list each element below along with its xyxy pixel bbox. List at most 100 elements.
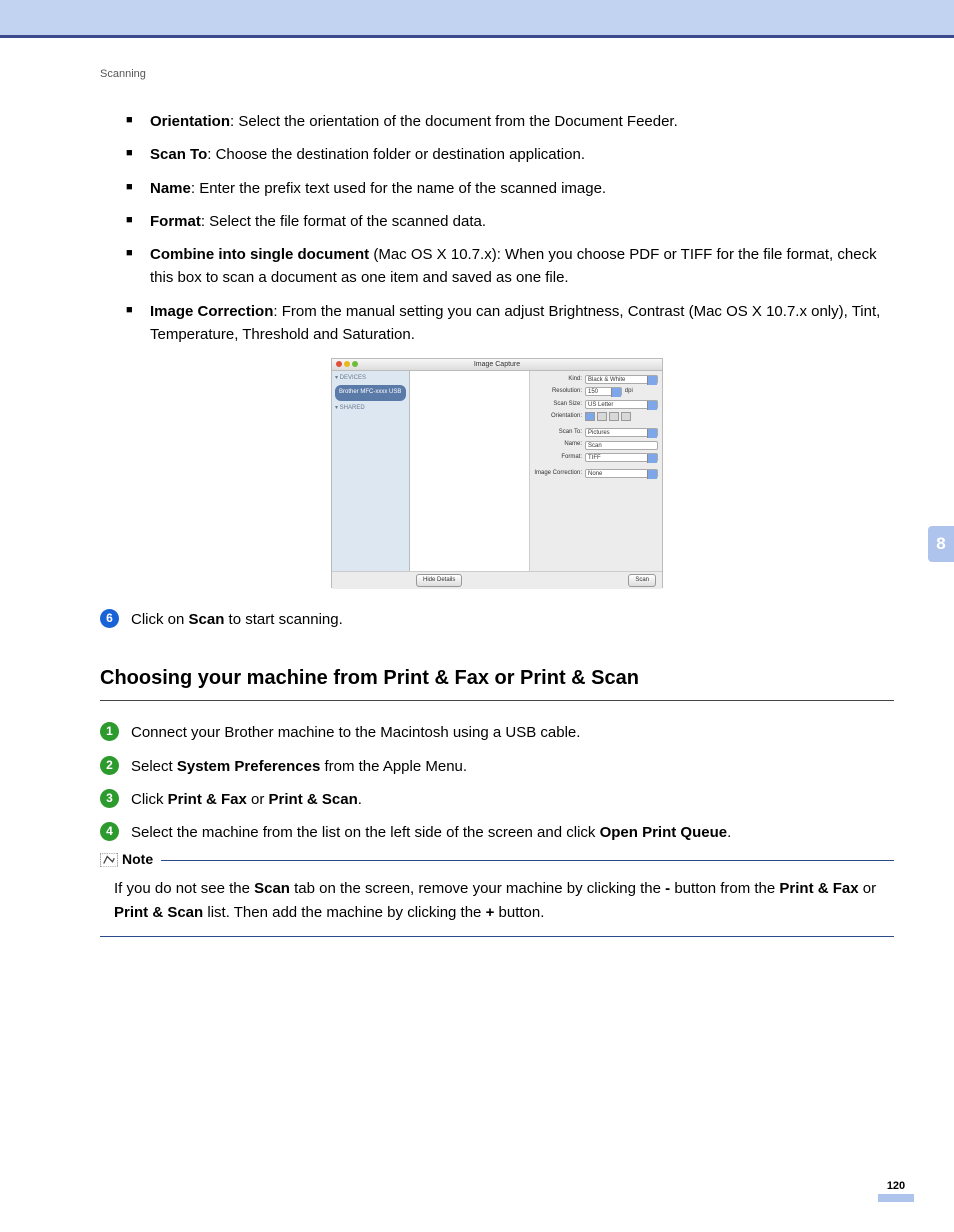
resolution-value: 150: [588, 389, 598, 395]
term: Combine into single document: [150, 246, 369, 263]
shared-label: ▾ SHARED: [335, 404, 406, 413]
step-text: from the Apple Menu.: [320, 758, 467, 775]
correction-label: Image Correction:: [534, 469, 582, 478]
bullet-scanto: Scan To: Choose the destination folder o…: [136, 143, 894, 166]
resolution-label: Resolution:: [534, 387, 582, 396]
desc: : Choose the destination folder or desti…: [207, 146, 585, 163]
step-text: to start scanning.: [224, 611, 342, 628]
minimize-icon[interactable]: [344, 361, 350, 367]
step-number-icon: 1: [100, 722, 119, 741]
printscan-label: Print & Scan: [269, 791, 358, 808]
close-icon[interactable]: [336, 361, 342, 367]
chapter-tab: 8: [928, 526, 954, 562]
bullet-list: Orientation: Select the orientation of t…: [100, 110, 894, 346]
printfax-label: Print & Fax: [168, 791, 247, 808]
window-titlebar: Image Capture: [332, 359, 662, 371]
orientation-label: Orientation:: [534, 412, 582, 421]
scan-button[interactable]: Scan: [628, 574, 656, 587]
orient-btn[interactable]: [585, 412, 595, 421]
kind-select[interactable]: Black & White: [585, 375, 658, 384]
scansize-select[interactable]: US Letter: [585, 400, 658, 409]
hide-details-button[interactable]: Hide Details: [416, 574, 462, 587]
correction-select[interactable]: None: [585, 469, 658, 478]
orientation-buttons[interactable]: [585, 412, 631, 421]
dpi-label: dpi: [625, 387, 633, 396]
scan-tab-label: Scan: [254, 880, 290, 897]
step-text: Select: [131, 758, 177, 775]
step-4: 4 Select the machine from the list on th…: [100, 821, 894, 844]
step-number-icon: 4: [100, 822, 119, 841]
top-bar: [0, 0, 954, 38]
scansize-label: Scan Size:: [534, 400, 582, 409]
desc: : Select the orientation of the document…: [230, 113, 678, 130]
note-label: Note: [122, 849, 153, 871]
content: Orientation: Select the orientation of t…: [0, 80, 954, 937]
bullet-combine: Combine into single document (Mac OS X 1…: [136, 243, 894, 290]
scansize-value: US Letter: [588, 402, 613, 408]
bullet-format: Format: Select the file format of the sc…: [136, 210, 894, 233]
note-text: button.: [494, 904, 544, 921]
section-heading: Choosing your machine from Print & Fax o…: [100, 663, 894, 701]
step-text: Select the machine from the list on the …: [131, 824, 600, 841]
term: Scan To: [150, 146, 207, 163]
page-header: Scanning: [0, 38, 954, 80]
bottom-bar: Hide Details Scan: [332, 571, 662, 589]
orient-btn[interactable]: [609, 412, 619, 421]
orient-btn[interactable]: [621, 412, 631, 421]
bullet-correction: Image Correction: From the manual settin…: [136, 300, 894, 347]
term: Format: [150, 213, 201, 230]
bullet-orientation: Orientation: Select the orientation of t…: [136, 110, 894, 133]
note-text: list. Then add the machine by clicking t…: [203, 904, 485, 921]
devices-label: ▾ DEVICES: [335, 374, 406, 383]
chevron-down-icon: [647, 429, 657, 438]
step-6: 6 Click on Scan to start scanning.: [100, 608, 894, 631]
kind-label: Kind:: [534, 375, 582, 384]
bullet-name: Name: Enter the prefix text used for the…: [136, 177, 894, 200]
name-input[interactable]: Scan: [585, 441, 658, 450]
term: Name: [150, 180, 191, 197]
term: Orientation: [150, 113, 230, 130]
preview-area: [410, 371, 530, 571]
step-1: 1 Connect your Brother machine to the Ma…: [100, 721, 894, 744]
printscan-label: Print & Scan: [114, 904, 203, 921]
traffic-lights: [336, 361, 358, 367]
page-number-bar: [878, 1194, 914, 1202]
step-text: Click: [131, 791, 168, 808]
note-text: button from the: [670, 880, 779, 897]
step-3: 3 Click Print & Fax or Print & Scan.: [100, 788, 894, 811]
step-text: Click on: [131, 611, 189, 628]
note-text: or: [859, 880, 877, 897]
chevron-down-icon: [647, 401, 657, 410]
note-text: If you do not see the: [114, 880, 254, 897]
chevron-down-icon: [647, 376, 657, 385]
zoom-icon[interactable]: [352, 361, 358, 367]
format-select[interactable]: TIFF: [585, 453, 658, 462]
step-2: 2 Select System Preferences from the App…: [100, 755, 894, 778]
kind-value: Black & White: [588, 377, 625, 383]
note-text: tab on the screen, remove your machine b…: [290, 880, 665, 897]
note-box: Note If you do not see the Scan tab on t…: [100, 860, 894, 937]
scanto-select[interactable]: Pictures: [585, 428, 658, 437]
window-title: Image Capture: [474, 361, 520, 368]
term: Image Correction: [150, 303, 273, 320]
note-icon: [100, 853, 118, 867]
sidebar: ▾ DEVICES Brother MFC-xxxx USB ▾ SHARED: [332, 371, 410, 571]
orient-btn[interactable]: [597, 412, 607, 421]
resolution-select[interactable]: 150: [585, 387, 622, 396]
correction-value: None: [588, 471, 602, 477]
note-title: Note: [100, 849, 161, 871]
screenshot-image-capture: Image Capture ▾ DEVICES Brother MFC-xxxx…: [331, 358, 663, 588]
scan-label: Scan: [189, 611, 225, 628]
step-number-icon: 3: [100, 789, 119, 808]
chevron-down-icon: [647, 454, 657, 463]
name-label: Name:: [534, 440, 582, 449]
desc: : Enter the prefix text used for the nam…: [191, 180, 606, 197]
chevron-down-icon: [647, 470, 657, 479]
format-value: TIFF: [588, 455, 601, 461]
device-item[interactable]: Brother MFC-xxxx USB: [335, 385, 406, 400]
syspref-label: System Preferences: [177, 758, 320, 775]
chevron-down-icon: [611, 388, 621, 397]
page-number: 120: [878, 1180, 914, 1202]
note-body: If you do not see the Scan tab on the sc…: [100, 869, 894, 924]
name-value: Scan: [588, 443, 602, 449]
